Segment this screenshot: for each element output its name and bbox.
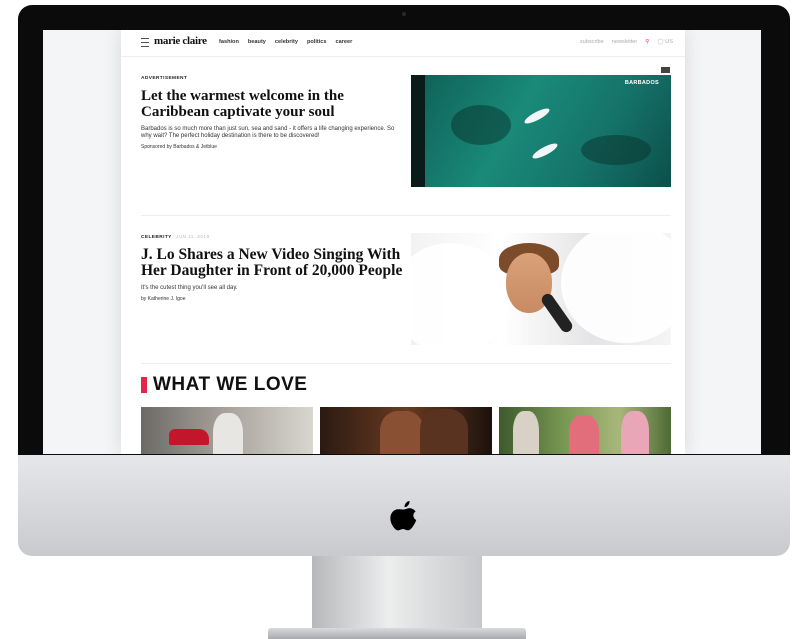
header-utilities: subscribe newsletter ⚲ ◯ US xyxy=(580,39,673,45)
imac-chin xyxy=(18,455,790,556)
globe-icon: ◯ xyxy=(657,39,664,45)
tile-image[interactable] xyxy=(320,407,492,454)
article-card[interactable]: CELEBRITY JUN 11, 2019 J. Lo Shares a New… xyxy=(141,235,403,302)
article-kicker: CELEBRITY JUN 11, 2019 xyxy=(141,235,403,240)
person-shape xyxy=(513,411,539,454)
person-shape xyxy=(213,413,243,454)
veil-shape xyxy=(411,243,511,345)
nav-link-fashion[interactable]: fashion xyxy=(219,39,239,45)
article-byline: by Katherine J. Igoe xyxy=(141,296,186,303)
person-shape xyxy=(621,411,649,454)
newsletter-link[interactable]: newsletter xyxy=(612,39,638,45)
nav-link-politics[interactable]: politics xyxy=(307,39,327,45)
reef-shape xyxy=(581,135,651,165)
region-label: US xyxy=(665,39,673,45)
browser-screen: marie claire fashion beauty celebrity po… xyxy=(43,30,761,454)
ad-image[interactable]: BARBADOS xyxy=(411,75,671,187)
section-divider xyxy=(141,363,671,364)
hamburger-menu-icon[interactable] xyxy=(141,38,149,47)
section-divider xyxy=(141,215,671,216)
veil-shape xyxy=(561,233,671,343)
nav-link-celebrity[interactable]: celebrity xyxy=(275,39,298,45)
subscribe-link[interactable]: subscribe xyxy=(580,39,604,45)
nav-link-beauty[interactable]: beauty xyxy=(248,39,266,45)
ad-image-brand: BARBADOS xyxy=(624,80,659,86)
paddleboard xyxy=(522,105,552,127)
tile-image[interactable] xyxy=(141,407,313,454)
imac-stand-neck xyxy=(312,556,482,639)
ad-headline[interactable]: Let the warmest welcome in the Caribbean… xyxy=(141,88,396,121)
article-headline[interactable]: J. Lo Shares a New Video Singing With He… xyxy=(141,246,403,280)
search-icon[interactable]: ⚲ xyxy=(645,39,649,45)
main-nav: fashion beauty celebrity politics career xyxy=(219,39,352,45)
article-dek: It's the cutest thing you'll see all day… xyxy=(141,284,238,291)
ad-block[interactable]: ADVERTISEMENT Let the warmest welcome in… xyxy=(141,76,396,150)
ad-choices-icon[interactable] xyxy=(661,67,670,73)
ad-image-shadow xyxy=(411,75,425,187)
reef-shape xyxy=(451,105,511,145)
article-image[interactable] xyxy=(411,233,671,345)
site-logo[interactable]: marie claire xyxy=(154,35,207,47)
web-page: marie claire fashion beauty celebrity po… xyxy=(121,30,685,454)
ad-dek: Barbados is so much more than just sun, … xyxy=(141,125,395,140)
camera-icon xyxy=(402,12,406,16)
person-shape xyxy=(420,409,468,454)
person-shape xyxy=(569,415,599,454)
region-selector[interactable]: ◯ US xyxy=(657,39,673,45)
nav-link-career[interactable]: career xyxy=(336,39,353,45)
tile-image[interactable] xyxy=(499,407,671,454)
car-shape xyxy=(169,429,209,445)
section-title: WHAT WE LOVE xyxy=(153,374,308,395)
apple-logo-icon xyxy=(390,501,417,531)
person-shape xyxy=(380,411,424,454)
article-category[interactable]: CELEBRITY xyxy=(141,235,172,240)
section-header: WHAT WE LOVE xyxy=(141,374,307,396)
ad-kicker: ADVERTISEMENT xyxy=(141,76,188,81)
section-accent-bar xyxy=(141,377,147,393)
ad-sponsor: Sponsored by Barbados & Jetblue xyxy=(141,144,217,151)
article-date: JUN 11, 2019 xyxy=(175,235,210,240)
paddleboard xyxy=(530,140,560,162)
site-header: marie claire fashion beauty celebrity po… xyxy=(121,30,685,57)
imac-stand-foot xyxy=(268,628,526,639)
